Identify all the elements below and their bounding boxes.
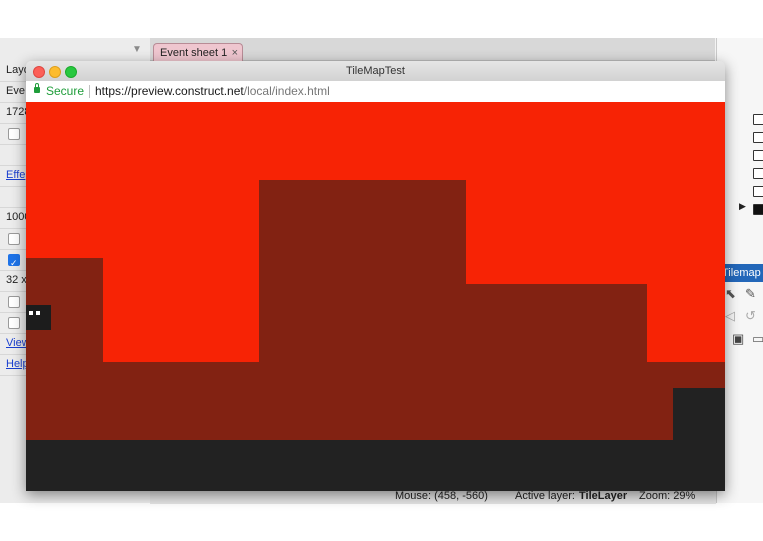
- tab-event-sheet-label: Event sheet 1: [160, 47, 228, 59]
- terrain-left-column: [26, 258, 103, 440]
- effects-link[interactable]: Effe: [0, 169, 25, 181]
- tilemap-panel-header: Tilemap: [720, 264, 763, 282]
- pointer-tool-icon[interactable]: ⬉: [725, 286, 736, 302]
- property-checkbox-3[interactable]: [8, 253, 20, 274]
- tab-event-sheet[interactable]: Event sheet 1 ×: [153, 43, 243, 62]
- address-bar[interactable]: Secure https://preview.construct.net/loc…: [26, 81, 725, 103]
- terrain-low-floor: [103, 362, 259, 440]
- rotate-tool-icon[interactable]: ↺: [745, 308, 756, 324]
- property-checkbox-4[interactable]: [8, 296, 20, 308]
- folder-icon[interactable]: [753, 114, 763, 125]
- ground-right-block: [673, 388, 725, 440]
- window-maximize-button[interactable]: [65, 66, 77, 78]
- flip-tool-icon[interactable]: ◁: [725, 308, 735, 324]
- window-titlebar[interactable]: TileMapTest: [26, 61, 725, 82]
- player-sprite: [26, 305, 51, 330]
- expand-arrow-icon[interactable]: ▶: [739, 201, 746, 212]
- folder-icon[interactable]: [753, 150, 763, 161]
- window-close-button[interactable]: [33, 66, 45, 78]
- player-eye-right: [36, 311, 40, 315]
- help-link[interactable]: Help: [0, 358, 29, 370]
- window-title: TileMapTest: [346, 65, 405, 77]
- tilemap-panel-title: Tilemap: [722, 267, 761, 279]
- property-value-3: 32 x: [6, 274, 27, 286]
- window-minimize-button[interactable]: [49, 66, 61, 78]
- folder-icon[interactable]: [753, 168, 763, 179]
- terrain-mid-block: [466, 284, 647, 440]
- url-text[interactable]: https://preview.construct.net/local/inde…: [95, 81, 330, 102]
- ground-floor: [26, 440, 725, 491]
- properties-tab-label[interactable]: Eve: [0, 85, 25, 97]
- property-checkbox-2[interactable]: [8, 233, 20, 245]
- chevron-down-icon[interactable]: ▼: [132, 44, 142, 55]
- property-checkbox-1[interactable]: [8, 128, 20, 140]
- save-icon[interactable]: ▣: [732, 331, 744, 347]
- url-base: https://preview.construct.net: [95, 84, 244, 98]
- terrain-tall-block: [259, 180, 466, 440]
- lock-icon: [34, 83, 40, 93]
- folder-open-icon[interactable]: ▭: [752, 331, 763, 347]
- preview-browser-window: TileMapTest Secure https://preview.const…: [26, 61, 725, 491]
- folder-filled-icon[interactable]: [753, 204, 763, 215]
- folder-icon[interactable]: [753, 186, 763, 197]
- property-checkbox-5[interactable]: [8, 317, 20, 329]
- folder-icon[interactable]: [753, 132, 763, 143]
- pencil-tool-icon[interactable]: ✎: [745, 286, 756, 302]
- url-path: /local/index.html: [243, 84, 330, 98]
- player-eye-left: [29, 311, 33, 315]
- close-icon[interactable]: ×: [232, 44, 238, 62]
- game-viewport[interactable]: [26, 102, 725, 491]
- secure-label: Secure: [46, 84, 85, 98]
- address-separator: [89, 85, 90, 98]
